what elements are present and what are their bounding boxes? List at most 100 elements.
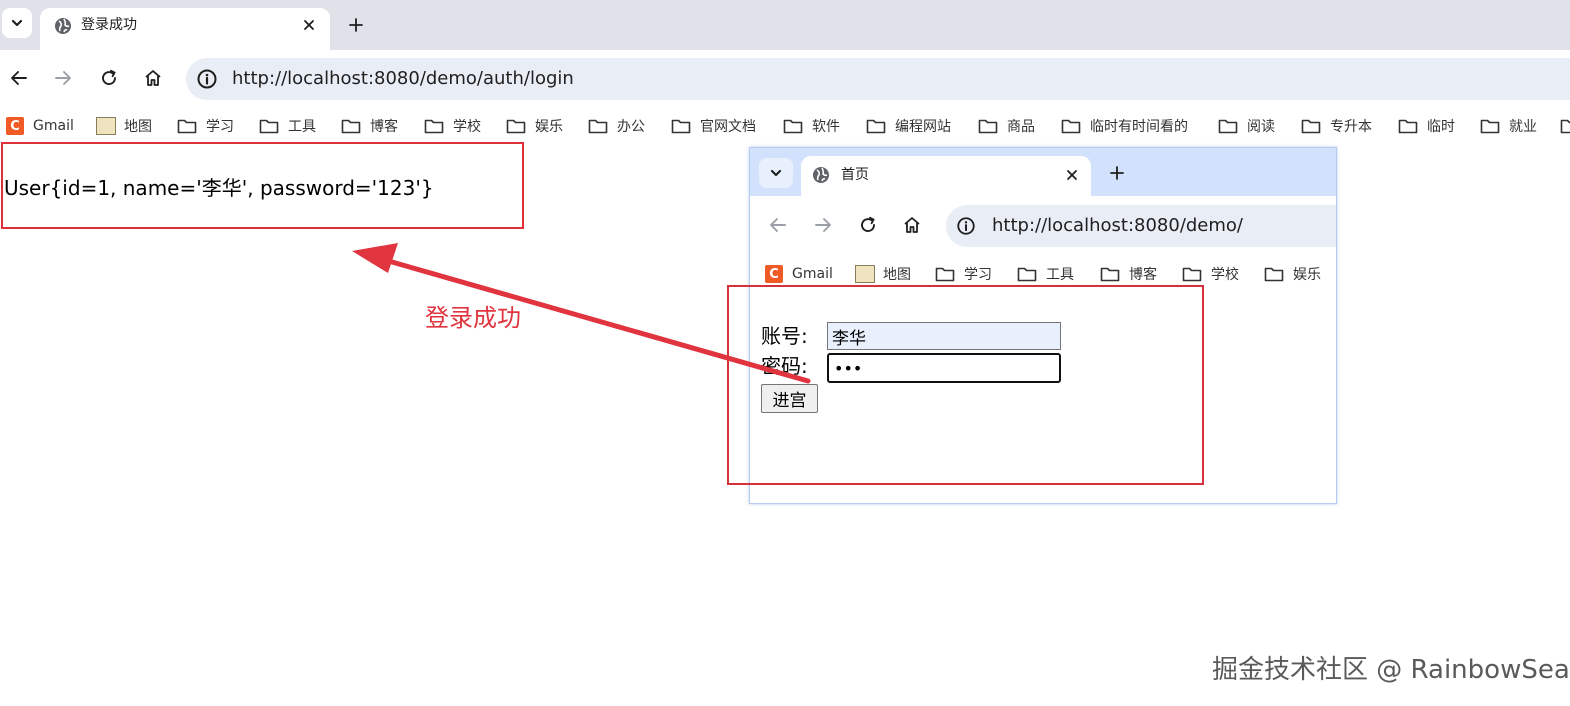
inset-tab-title: 首页 bbox=[841, 167, 869, 183]
bookmark-folder[interactable]: 编程网站 bbox=[866, 116, 951, 136]
folder-icon bbox=[341, 119, 361, 134]
folder-icon bbox=[424, 119, 444, 134]
map-icon bbox=[96, 117, 116, 135]
reload-button[interactable] bbox=[95, 64, 123, 92]
back-button[interactable] bbox=[5, 64, 33, 92]
bookmark-folder[interactable]: 博客 bbox=[341, 116, 398, 136]
submit-button[interactable]: 进宫 bbox=[761, 384, 818, 413]
address-bar[interactable]: http://localhost:8080/demo/auth/login bbox=[186, 58, 1570, 100]
bookmark-folder[interactable]: 娱乐 bbox=[506, 116, 563, 136]
home-icon bbox=[145, 70, 161, 86]
bookmark-label: 学校 bbox=[453, 119, 481, 135]
bookmark-gmail[interactable]: C Gmail bbox=[765, 264, 833, 284]
info-icon bbox=[957, 217, 975, 235]
bookmark-map[interactable]: 地图 bbox=[96, 116, 152, 136]
gmail-icon: C bbox=[765, 265, 783, 283]
url-text: http://localhost:8080/demo/auth/login bbox=[232, 68, 574, 89]
arrow-left-icon bbox=[11, 71, 27, 85]
bookmark-folder[interactable]: 娱乐 bbox=[1264, 264, 1321, 284]
home-button[interactable] bbox=[139, 64, 167, 92]
plus-icon bbox=[1110, 166, 1124, 180]
bookmark-label: 办公 bbox=[617, 119, 645, 135]
inset-reload-button[interactable] bbox=[855, 212, 881, 238]
folder-icon bbox=[1398, 119, 1418, 134]
globe-icon bbox=[55, 18, 71, 34]
tab-active[interactable]: 登录成功 bbox=[40, 8, 330, 50]
inset-new-tab-button[interactable] bbox=[1104, 160, 1130, 186]
bookmark-folder[interactable]: 博客 bbox=[1100, 264, 1157, 284]
password-input[interactable] bbox=[827, 353, 1061, 383]
gmail-icon: C bbox=[6, 117, 24, 135]
folder-icon bbox=[1560, 119, 1570, 134]
folder-icon bbox=[1100, 267, 1120, 282]
account-label: 账号: bbox=[761, 324, 808, 348]
folder-icon bbox=[978, 119, 998, 134]
bookmark-folder-partial[interactable] bbox=[1560, 116, 1570, 136]
bookmark-label: 就业 bbox=[1509, 119, 1537, 135]
folder-icon bbox=[588, 119, 608, 134]
bookmark-folder[interactable]: 学校 bbox=[424, 116, 481, 136]
plus-icon bbox=[349, 18, 363, 32]
inset-close-tab-button[interactable] bbox=[1061, 164, 1083, 186]
bookmark-folder[interactable]: 学习 bbox=[177, 116, 234, 136]
inset-tab-strip: 首页 bbox=[750, 148, 1336, 196]
bookmark-label: 商品 bbox=[1007, 119, 1035, 135]
bookmark-folder[interactable]: 临时 bbox=[1398, 116, 1455, 136]
folder-icon bbox=[1017, 267, 1037, 282]
bookmark-folder[interactable]: 软件 bbox=[783, 116, 840, 136]
folder-icon bbox=[935, 267, 955, 282]
close-icon bbox=[304, 20, 314, 30]
chevron-down-icon bbox=[770, 169, 782, 177]
bookmark-label: 地图 bbox=[124, 119, 152, 135]
folder-icon bbox=[1061, 119, 1081, 134]
bookmark-label: 博客 bbox=[1129, 267, 1157, 283]
folder-icon bbox=[259, 119, 279, 134]
bookmark-label: 官网文档 bbox=[700, 119, 756, 135]
tab-title: 登录成功 bbox=[81, 17, 137, 33]
folder-icon bbox=[783, 119, 803, 134]
inset-tab-active[interactable]: 首页 bbox=[801, 156, 1091, 196]
forward-button[interactable] bbox=[49, 64, 77, 92]
inset-tab-search-button[interactable] bbox=[759, 158, 793, 188]
bookmark-folder[interactable]: 临时有时间看的 bbox=[1061, 116, 1188, 136]
tab-strip: 登录成功 bbox=[0, 0, 1570, 50]
bookmark-label: 专升本 bbox=[1330, 119, 1372, 135]
bookmark-folder[interactable]: 工具 bbox=[259, 116, 316, 136]
arrow-right-icon bbox=[55, 71, 71, 85]
chevron-down-icon bbox=[11, 19, 23, 27]
info-icon bbox=[197, 69, 217, 89]
close-icon bbox=[1067, 170, 1077, 180]
inset-back-button[interactable] bbox=[765, 212, 791, 238]
toolbar: http://localhost:8080/demo/auth/login bbox=[0, 50, 1570, 107]
inset-forward-button[interactable] bbox=[810, 212, 836, 238]
bookmark-folder[interactable]: 就业 bbox=[1480, 116, 1537, 136]
bookmark-folder[interactable]: 办公 bbox=[588, 116, 645, 136]
inset-toolbar: http://localhost:8080/demo/ bbox=[750, 196, 1336, 256]
globe-icon bbox=[813, 167, 829, 183]
bookmark-folder[interactable]: 学校 bbox=[1182, 264, 1239, 284]
account-input[interactable] bbox=[827, 322, 1061, 350]
folder-icon bbox=[1182, 267, 1202, 282]
new-tab-button[interactable] bbox=[343, 12, 369, 38]
bookmark-label: 软件 bbox=[812, 119, 840, 135]
bookmark-folder[interactable]: 官网文档 bbox=[671, 116, 756, 136]
inset-address-bar[interactable]: http://localhost:8080/demo/ bbox=[946, 205, 1336, 247]
bookmark-map[interactable]: 地图 bbox=[855, 264, 911, 284]
bookmark-folder[interactable]: 工具 bbox=[1017, 264, 1074, 284]
bookmark-folder[interactable]: 专升本 bbox=[1301, 116, 1372, 136]
bookmark-label: 学习 bbox=[206, 119, 234, 135]
folder-icon bbox=[1301, 119, 1321, 134]
inset-home-button[interactable] bbox=[899, 212, 925, 238]
bookmark-folder[interactable]: 阅读 bbox=[1218, 116, 1275, 136]
folder-icon bbox=[1218, 119, 1238, 134]
bookmark-folder[interactable]: 学习 bbox=[935, 264, 992, 284]
bookmark-folder[interactable]: 商品 bbox=[978, 116, 1035, 136]
close-tab-button[interactable] bbox=[298, 14, 320, 36]
folder-icon bbox=[506, 119, 526, 134]
arrow-right-icon bbox=[815, 218, 831, 232]
bookmark-label: 阅读 bbox=[1247, 119, 1275, 135]
reload-icon bbox=[861, 216, 875, 232]
tab-search-button[interactable] bbox=[2, 8, 32, 38]
bookmark-gmail[interactable]: C Gmail bbox=[6, 116, 74, 136]
map-icon bbox=[855, 265, 875, 283]
